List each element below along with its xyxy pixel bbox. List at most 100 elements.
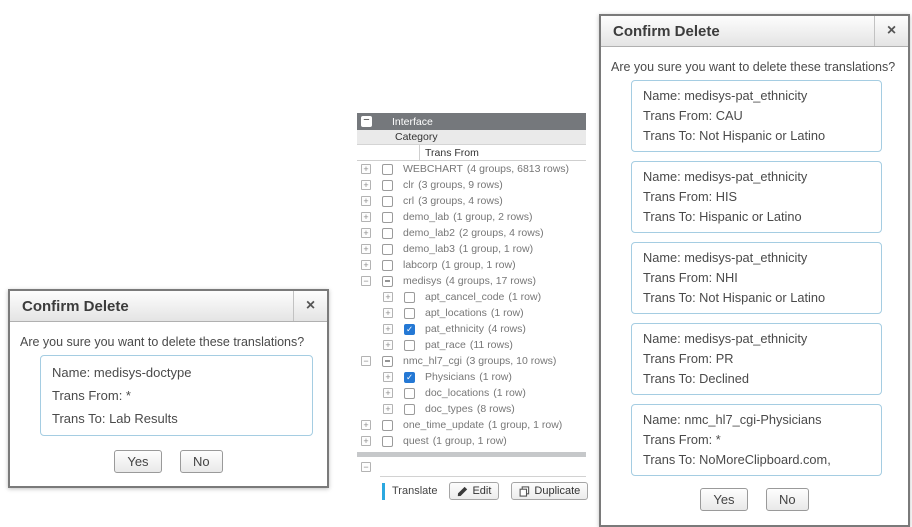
tree-row[interactable]: + apt_cancel_code (1 row)	[357, 289, 586, 305]
expand-icon[interactable]: +	[361, 420, 371, 430]
checkbox[interactable]	[404, 388, 415, 399]
checkbox[interactable]	[382, 228, 393, 239]
expand-icon[interactable]: +	[383, 292, 393, 302]
close-icon[interactable]: ×	[293, 291, 327, 321]
tree-item-count: (3 groups, 4 rows)	[418, 195, 503, 207]
tree-item-label[interactable]: one_time_update	[403, 419, 484, 431]
pencil-icon	[457, 486, 468, 497]
collapse-icon[interactable]: −	[361, 276, 371, 286]
tree-row[interactable]: + doc_locations (1 row)	[357, 385, 586, 401]
expand-icon[interactable]: +	[361, 228, 371, 238]
checkbox[interactable]	[404, 308, 415, 319]
tree-item-count: (4 groups, 17 rows)	[446, 275, 536, 287]
translation-line: Trans From: CAU	[643, 106, 870, 126]
tree-item-label[interactable]: demo_lab	[403, 211, 449, 223]
checkbox[interactable]	[382, 356, 393, 367]
tree-item-count: (1 row)	[508, 291, 541, 303]
tree-row[interactable]: + doc_types (8 rows)	[357, 401, 586, 417]
trans-from-header-row: Trans From	[357, 145, 586, 161]
collapse-all-icon[interactable]: −	[361, 116, 372, 127]
tree-item-count: (1 group, 1 row)	[459, 243, 533, 255]
tree-item-label[interactable]: WEBCHART	[403, 163, 463, 175]
checkbox[interactable]	[382, 436, 393, 447]
tree-item-count: (4 groups, 6813 rows)	[467, 163, 569, 175]
checkbox[interactable]	[404, 292, 415, 303]
tree-item-label[interactable]: doc_locations	[425, 387, 489, 399]
tree-row[interactable]: + labcorp (1 group, 1 row)	[357, 257, 586, 273]
expand-icon[interactable]: +	[383, 404, 393, 414]
expand-icon[interactable]: +	[361, 244, 371, 254]
checkbox[interactable]	[382, 420, 393, 431]
no-button[interactable]: No	[180, 450, 223, 473]
collapse-icon[interactable]: −	[361, 462, 371, 472]
checkbox[interactable]	[404, 404, 415, 415]
tree-row[interactable]: + crl (3 groups, 4 rows)	[357, 193, 586, 209]
tree-row[interactable]: − nmc_hl7_cgi (3 groups, 10 rows)	[357, 353, 586, 369]
tree-row[interactable]: + WEBCHART (4 groups, 6813 rows)	[357, 161, 586, 177]
horizontal-scrollbar[interactable]	[357, 452, 586, 457]
tree-item-label[interactable]: demo_lab2	[403, 227, 455, 239]
tree-item-label[interactable]: nmc_hl7_cgi	[403, 355, 462, 367]
copy-icon	[519, 486, 530, 497]
checkbox[interactable]	[382, 276, 393, 287]
checkbox[interactable]: ✓	[404, 372, 415, 383]
collapse-icon[interactable]: −	[361, 356, 371, 366]
expand-icon[interactable]: +	[383, 388, 393, 398]
expand-icon[interactable]: +	[361, 180, 371, 190]
tree-item-label[interactable]: clr	[403, 179, 414, 191]
no-button[interactable]: No	[766, 488, 809, 511]
tree-row[interactable]: + apt_locations (1 row)	[357, 305, 586, 321]
tree-item-label[interactable]: apt_locations	[425, 307, 487, 319]
tree-item-label[interactable]: pat_race	[425, 339, 466, 351]
expand-icon[interactable]: +	[383, 372, 393, 382]
yes-button[interactable]: Yes	[700, 488, 747, 511]
expand-icon[interactable]: +	[383, 340, 393, 350]
translation-item: Name: medisys-pat_ethnicityTrans From: P…	[631, 323, 882, 395]
trans-from-header: Trans From	[420, 145, 479, 160]
tree-row[interactable]: + demo_lab3 (1 group, 1 row)	[357, 241, 586, 257]
checkbox[interactable]	[382, 180, 393, 191]
tree-item-label[interactable]: labcorp	[403, 259, 437, 271]
tree-row[interactable]: + demo_lab (1 group, 2 rows)	[357, 209, 586, 225]
tree-row[interactable]: − medisys (4 groups, 17 rows)	[357, 273, 586, 289]
tree-item-label[interactable]: medisys	[403, 275, 442, 287]
checkbox[interactable]	[382, 244, 393, 255]
edit-button[interactable]: Edit	[449, 482, 499, 500]
yes-button[interactable]: Yes	[114, 450, 161, 473]
confirm-question: Are you sure you want to delete these tr…	[611, 60, 900, 74]
expand-icon[interactable]: +	[361, 196, 371, 206]
expand-icon[interactable]: +	[383, 324, 393, 334]
tree-row[interactable]: + demo_lab2 (2 groups, 4 rows)	[357, 225, 586, 241]
tree-row[interactable]: + clr (3 groups, 9 rows)	[357, 177, 586, 193]
tree-item-label[interactable]: pat_ethnicity	[425, 323, 484, 335]
expand-icon[interactable]: +	[361, 436, 371, 446]
expand-icon[interactable]: +	[361, 164, 371, 174]
expand-icon[interactable]: +	[361, 212, 371, 222]
tree-item-count: (1 group, 1 row)	[488, 419, 562, 431]
checkbox[interactable]	[382, 196, 393, 207]
translation-item: Name: nmc_hl7_cgi-PhysiciansTrans From: …	[631, 404, 882, 476]
tree-item-count: (2 groups, 4 rows)	[459, 227, 544, 239]
tree-item-label[interactable]: apt_cancel_code	[425, 291, 504, 303]
checkbox[interactable]: ✓	[404, 324, 415, 335]
checkbox[interactable]	[382, 164, 393, 175]
checkbox[interactable]	[382, 260, 393, 271]
tree-row[interactable]: + ✓ pat_ethnicity (4 rows)	[357, 321, 586, 337]
tree-row[interactable]: + one_time_update (1 group, 1 row)	[357, 417, 586, 433]
tree-item-label[interactable]: doc_types	[425, 403, 473, 415]
tab-translate[interactable]: Translate	[392, 485, 437, 497]
tree-item-label[interactable]: Physicians	[425, 371, 475, 383]
close-icon[interactable]: ×	[874, 16, 908, 46]
checkbox[interactable]	[382, 212, 393, 223]
tree-row[interactable]: + ✓ Physicians (1 row)	[357, 369, 586, 385]
tree-item-label[interactable]: demo_lab3	[403, 243, 455, 255]
tree-item-label[interactable]: quest	[403, 435, 429, 447]
tree-item-label[interactable]: crl	[403, 195, 414, 207]
duplicate-button[interactable]: Duplicate	[511, 482, 588, 500]
checkbox[interactable]	[404, 340, 415, 351]
tree-row[interactable]: + pat_race (11 rows)	[357, 337, 586, 353]
expand-icon[interactable]: +	[383, 308, 393, 318]
tree-row[interactable]: + quest (1 group, 1 row)	[357, 433, 586, 449]
expand-icon[interactable]: +	[361, 260, 371, 270]
panel-titlebar: − Interface	[357, 113, 586, 130]
